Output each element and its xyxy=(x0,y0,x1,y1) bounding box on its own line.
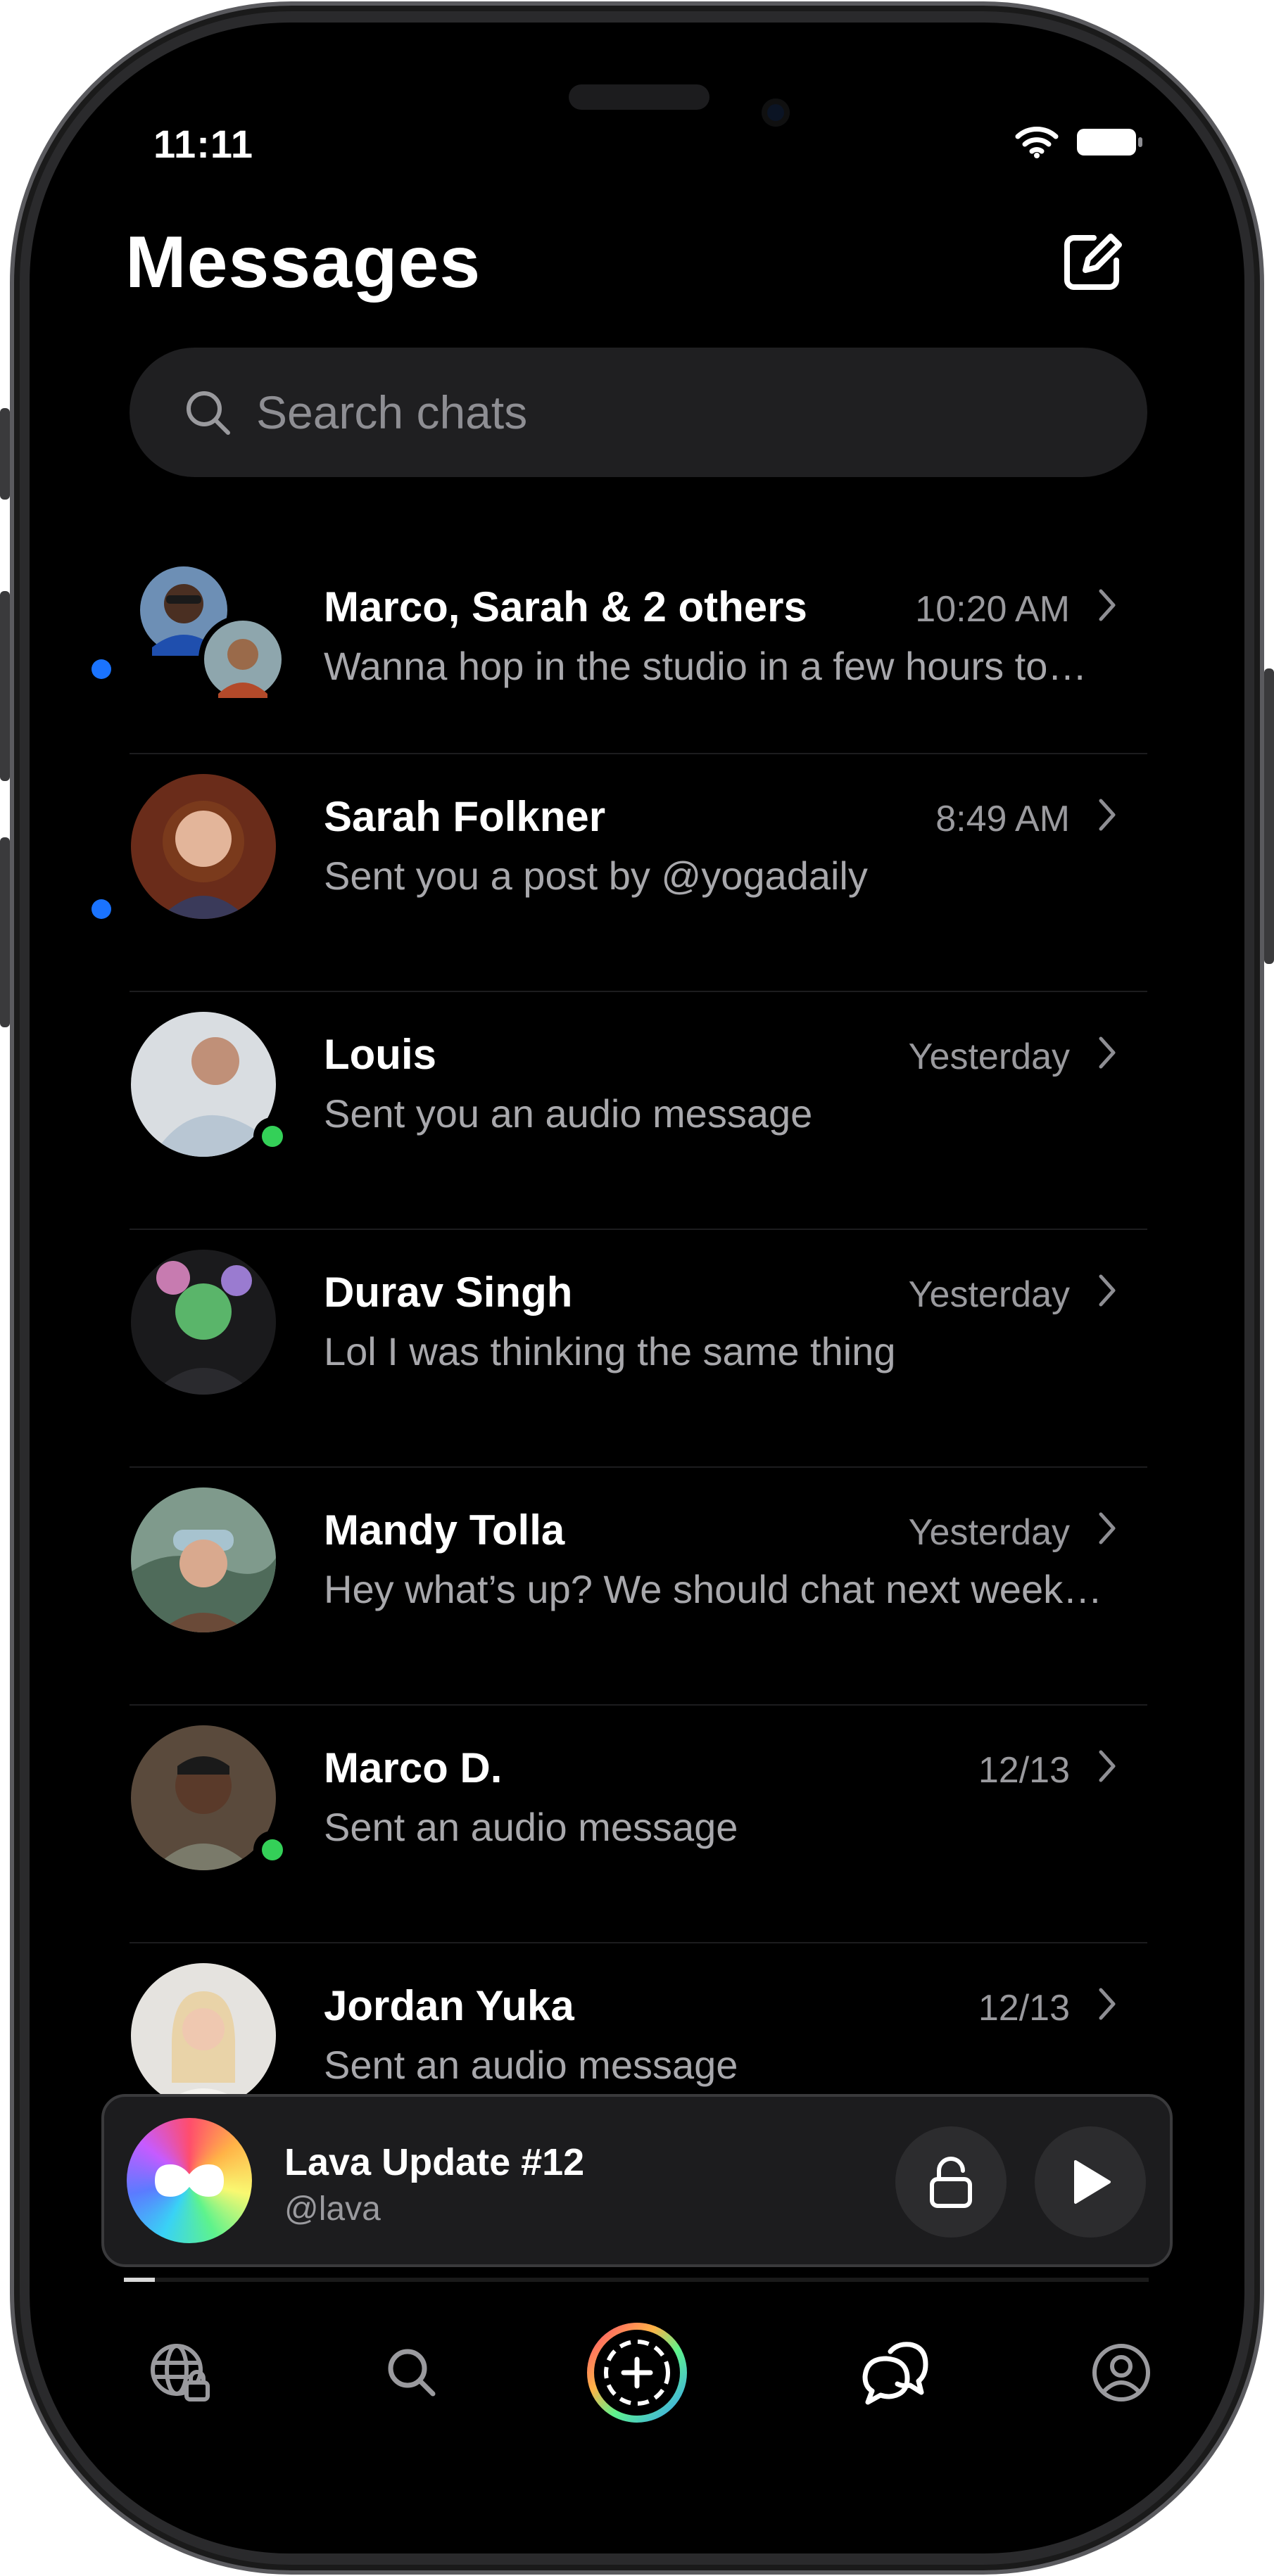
chat-preview: Sent an audio message xyxy=(324,1805,738,1849)
divider xyxy=(130,1466,1147,1468)
chat-time: Yesterday xyxy=(908,1036,1070,1077)
divider xyxy=(130,753,1147,754)
chat-row[interactable]: Marco D. 12/13 Sent an audio message xyxy=(30,1725,1244,1963)
chevron-right-icon xyxy=(1099,1988,1116,2020)
chat-row[interactable]: Mandy Tolla Yesterday Hey what’s up? We … xyxy=(30,1487,1244,1725)
screen: 11:11 Messages Search chats Marco, Sarah… xyxy=(30,23,1244,2553)
chevron-right-icon xyxy=(1099,1274,1116,1307)
group-avatar xyxy=(131,557,287,712)
wifi-icon xyxy=(1015,127,1059,158)
chat-time: 8:49 AM xyxy=(935,799,1070,839)
chevron-right-icon xyxy=(1099,1750,1116,1782)
volume-up-button xyxy=(0,591,10,781)
mute-switch xyxy=(0,408,10,500)
player-progress-bar[interactable] xyxy=(124,2278,1149,2282)
chat-row[interactable]: Durav Singh Yesterday Lol I was thinking… xyxy=(30,1250,1244,1487)
unread-indicator xyxy=(92,659,111,679)
lava-logo-icon xyxy=(155,2164,224,2197)
chevron-right-icon xyxy=(1099,1512,1116,1544)
chat-preview: Sent an audio message xyxy=(324,2043,738,2087)
chat-time: Yesterday xyxy=(908,1274,1070,1315)
chevron-right-icon xyxy=(1099,589,1116,621)
page-title: Messages xyxy=(125,222,481,303)
play-icon xyxy=(1074,2160,1111,2204)
chat-preview: Sent you a post by @yogadaily xyxy=(324,854,868,898)
battery-icon xyxy=(1077,129,1142,156)
tab-bar xyxy=(30,2302,1244,2443)
chat-name: Marco D. xyxy=(324,1744,503,1791)
online-indicator xyxy=(253,1117,291,1155)
chat-name: Mandy Tolla xyxy=(324,1506,565,1554)
avatar xyxy=(131,1250,276,1395)
chat-name: Louis xyxy=(324,1031,436,1078)
home-indicator xyxy=(424,2499,846,2509)
search-bar[interactable] xyxy=(130,348,1147,477)
tab-explore[interactable] xyxy=(127,2302,232,2443)
chat-row[interactable]: Jordan Yuka 12/13 Sent an audio message xyxy=(30,1963,1244,2098)
chat-time: 10:20 AM xyxy=(915,589,1070,630)
player-handle: @lava xyxy=(284,2190,381,2228)
chat-row[interactable]: Sarah Folkner 8:49 AM Sent you a post by… xyxy=(30,774,1244,1012)
chevron-right-icon xyxy=(1099,799,1116,831)
search-icon xyxy=(388,2349,436,2397)
compose-icon xyxy=(1064,234,1122,290)
chat-list: Marco, Sarah & 2 others 10:20 AM Wanna h… xyxy=(30,536,1244,2098)
tab-create[interactable] xyxy=(584,2302,690,2443)
chat-name: Sarah Folkner xyxy=(324,793,606,840)
speaker-notch xyxy=(569,84,709,110)
avatar xyxy=(131,1487,276,1632)
chat-preview: Wanna hop in the studio in a few hours t… xyxy=(324,644,1087,688)
chat-preview: Sent you an audio message xyxy=(324,1091,813,1136)
tab-search[interactable] xyxy=(359,2302,465,2443)
chat-preview: Hey what’s up? We should chat next week… xyxy=(324,1567,1103,1611)
chat-name: Marco, Sarah & 2 others xyxy=(324,583,807,630)
player-progress-fill xyxy=(124,2278,155,2282)
lock-button[interactable] xyxy=(895,2126,1007,2238)
chat-row[interactable]: Marco, Sarah & 2 others 10:20 AM Wanna h… xyxy=(30,536,1244,774)
volume-down-button xyxy=(0,837,10,1027)
chat-time: Yesterday xyxy=(908,1512,1070,1553)
compose-button[interactable] xyxy=(1057,227,1128,297)
mini-player[interactable]: Lava Update #12 @lava xyxy=(101,2094,1173,2267)
chat-preview: Lol I was thinking the same thing xyxy=(324,1329,896,1373)
tab-messages[interactable] xyxy=(842,2302,947,2443)
chat-time: 12/13 xyxy=(978,1750,1070,1791)
online-indicator xyxy=(253,1831,291,1869)
tab-profile[interactable] xyxy=(1068,2302,1174,2443)
chat-bubbles-icon xyxy=(862,2342,928,2405)
avatar xyxy=(198,615,287,704)
divider xyxy=(130,1704,1147,1706)
divider xyxy=(130,1942,1147,1943)
add-circle-icon xyxy=(587,2323,687,2423)
divider xyxy=(130,1229,1147,1230)
chat-name: Durav Singh xyxy=(324,1269,573,1316)
avatar xyxy=(131,774,276,919)
globe-icon xyxy=(151,2344,210,2401)
player-title: Lava Update #12 xyxy=(284,2141,585,2183)
lock-icon xyxy=(930,2157,972,2208)
front-camera xyxy=(762,99,790,127)
unread-indicator xyxy=(92,899,111,919)
chat-time: 12/13 xyxy=(978,1988,1070,2029)
player-artwork xyxy=(127,2118,252,2243)
chat-name: Jordan Yuka xyxy=(324,1982,574,2029)
profile-icon xyxy=(1092,2344,1150,2401)
divider xyxy=(130,991,1147,992)
status-icons xyxy=(1015,121,1144,163)
search-input[interactable] xyxy=(256,386,1030,439)
status-time: 11:11 xyxy=(153,122,254,166)
play-button[interactable] xyxy=(1035,2126,1146,2238)
chevron-right-icon xyxy=(1099,1036,1116,1069)
avatar xyxy=(131,1963,276,2098)
search-icon xyxy=(187,391,230,435)
chat-row[interactable]: Louis Yesterday Sent you an audio messag… xyxy=(30,1012,1244,1250)
power-button xyxy=(1264,668,1274,964)
